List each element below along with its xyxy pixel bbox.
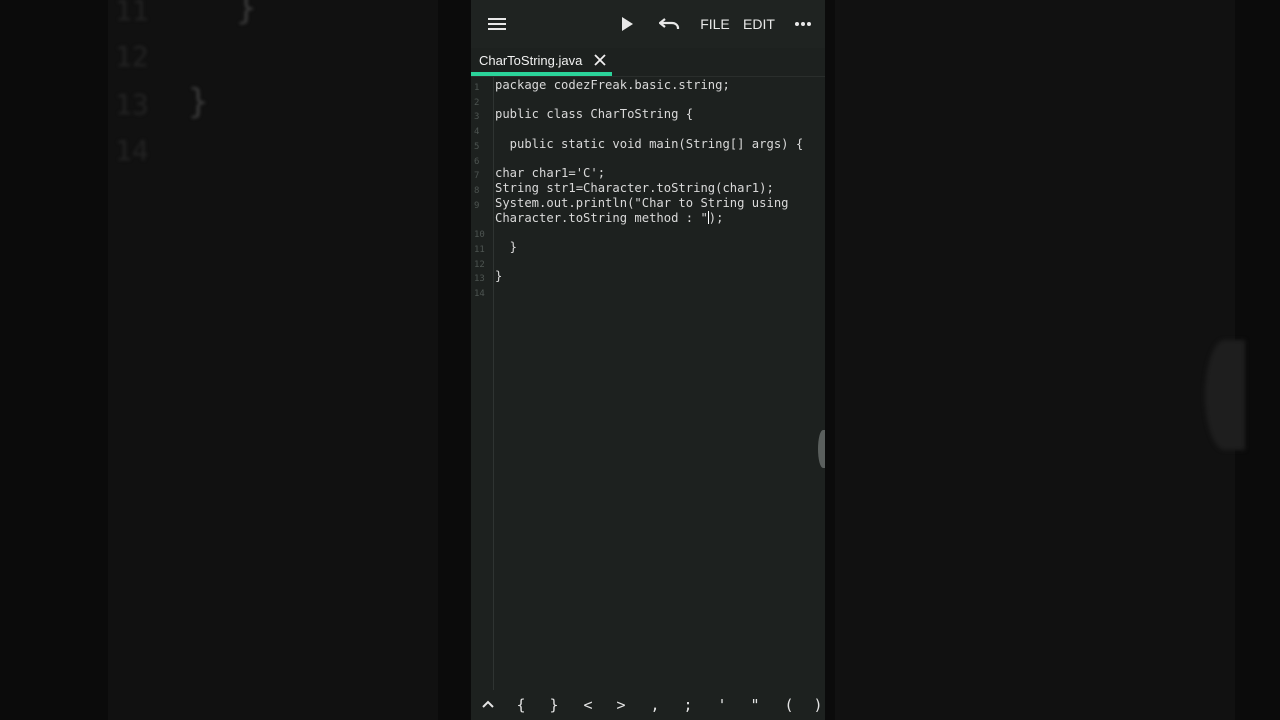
line-number: 12 — [474, 260, 485, 270]
blurred-background-panel — [835, 0, 1235, 720]
line-number: 8 — [474, 186, 480, 196]
ghost-brace: } — [236, 0, 257, 28]
ghost-line-number: 13 — [115, 88, 149, 121]
line-number: 10 — [474, 230, 485, 240]
symbol-key[interactable]: " — [745, 696, 765, 714]
file-tab-bar: CharToString.java — [471, 48, 825, 77]
code-line: } — [495, 269, 503, 283]
hamburger-menu-icon[interactable] — [481, 0, 513, 48]
line-number: 11 — [474, 245, 485, 255]
chevron-up-icon[interactable] — [478, 696, 498, 714]
symbol-key[interactable]: ; — [678, 696, 698, 714]
file-menu-button[interactable]: FILE — [697, 0, 733, 48]
code-line: public class CharToString { — [495, 107, 694, 121]
gutter-divider — [493, 77, 494, 690]
fast-scroll-handle[interactable] — [818, 430, 825, 468]
symbol-key[interactable]: { — [511, 696, 531, 714]
line-number: 4 — [474, 127, 480, 137]
symbol-key[interactable]: , — [645, 696, 665, 714]
symbol-key[interactable]: ' — [712, 696, 732, 714]
undo-icon[interactable] — [656, 0, 684, 48]
symbol-key[interactable]: < — [578, 696, 598, 714]
code-line: char char1='C'; — [495, 166, 606, 180]
line-number: 9 — [474, 201, 480, 211]
symbol-key-bar: { } < > , ; ' " ( ) — [471, 690, 825, 720]
more-horizontal-icon[interactable] — [789, 0, 817, 48]
line-number: 14 — [474, 289, 485, 299]
ghost-line-number: 14 — [115, 134, 149, 167]
code-line: } — [495, 240, 518, 254]
blurred-background-left: 11 12 13 14 } } — [0, 0, 471, 720]
code-line: System.out.println("Char to String using — [495, 196, 789, 210]
tab-label: CharToString.java — [479, 53, 583, 68]
tab-chartostring-java[interactable]: CharToString.java — [471, 48, 612, 76]
top-toolbar: FILE EDIT — [471, 0, 825, 48]
line-number: 1 — [474, 83, 480, 93]
blurred-background-right — [825, 0, 1280, 720]
line-number: 5 — [474, 142, 480, 152]
symbol-key[interactable]: ) — [811, 696, 825, 714]
line-number: 2 — [474, 98, 480, 108]
ghost-brace: } — [188, 82, 209, 122]
active-tab-indicator — [471, 72, 612, 76]
line-number: 7 — [474, 171, 480, 181]
edit-menu-button[interactable]: EDIT — [741, 0, 777, 48]
phone-screen: FILE EDIT CharToString.java 1 2 3 4 5 6 … — [471, 0, 825, 720]
blurred-background-panel — [108, 0, 438, 720]
code-line-text: Character.toString method : " — [495, 211, 708, 225]
code-editor[interactable]: 1 2 3 4 5 6 7 8 9 10 11 12 13 14 package… — [471, 77, 825, 690]
symbol-key[interactable]: ( — [779, 696, 799, 714]
code-line-with-cursor: Character.toString method : "); — [495, 211, 723, 225]
ghost-scroll-knob — [1205, 340, 1245, 450]
line-number: 3 — [474, 112, 480, 122]
play-icon[interactable] — [613, 0, 641, 48]
symbol-key[interactable]: } — [544, 696, 564, 714]
ghost-line-number: 12 — [115, 40, 149, 73]
code-line: public static void main(String[] args) { — [495, 137, 804, 151]
code-line-tail: ); — [708, 211, 724, 225]
symbol-key[interactable]: > — [611, 696, 631, 714]
code-line: String str1=Character.toString(char1); — [495, 181, 774, 195]
code-line: package codezFreak.basic.string; — [495, 78, 730, 92]
ghost-line-number: 11 — [115, 0, 149, 27]
line-number: 13 — [474, 274, 485, 284]
close-icon[interactable] — [592, 52, 608, 68]
line-number: 6 — [474, 157, 480, 167]
